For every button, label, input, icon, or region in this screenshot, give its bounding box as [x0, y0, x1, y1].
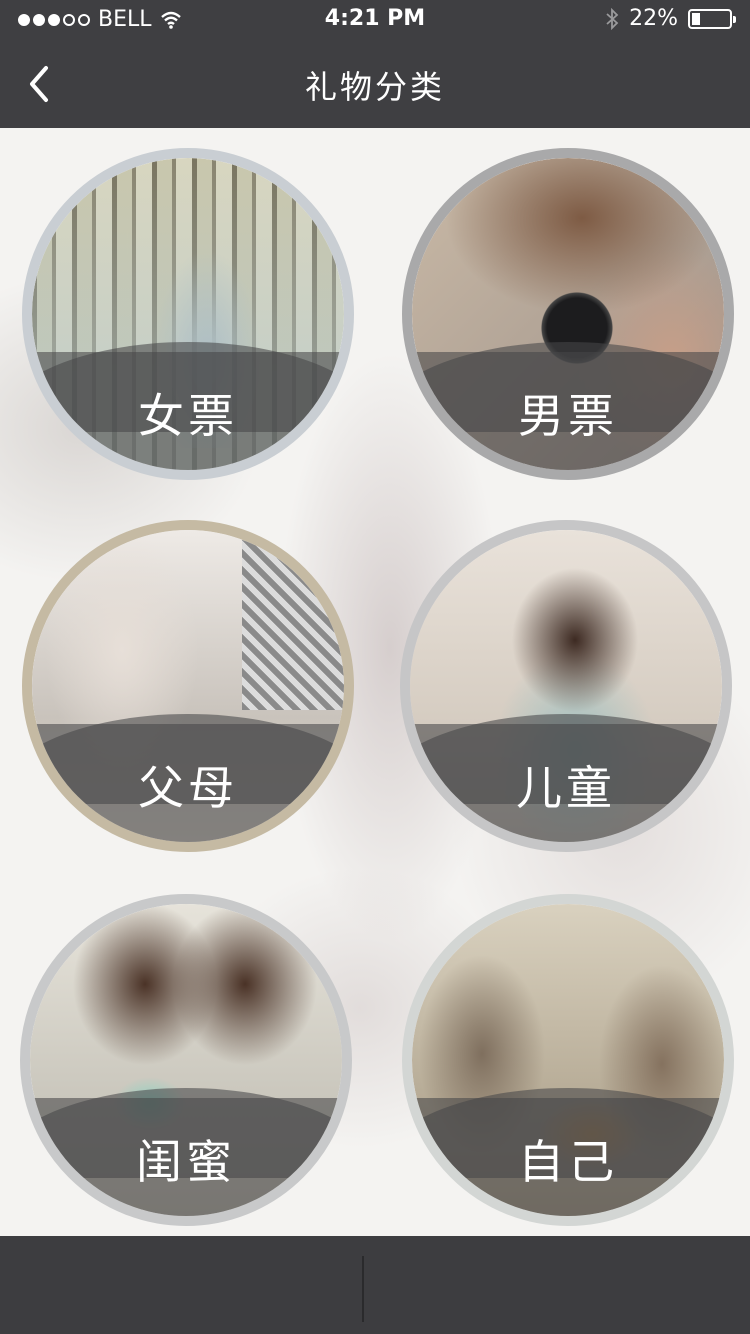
category-label: 闺蜜	[136, 1135, 236, 1189]
category-grid: 女票 男票 父母 儿童 闺蜜 自己	[0, 128, 750, 1236]
category-label: 男票	[518, 389, 618, 443]
battery-fill	[692, 12, 700, 25]
bluetooth-icon	[606, 7, 619, 30]
navigation-bar: 礼物分类	[0, 40, 750, 128]
tab-left[interactable]	[0, 1236, 362, 1334]
battery-percent: 22%	[629, 6, 678, 31]
category-label: 父母	[138, 761, 238, 815]
category-children[interactable]: 儿童	[400, 520, 732, 852]
battery-icon	[688, 8, 736, 29]
category-girlfriend[interactable]: 女票	[22, 148, 354, 480]
status-bar: BELL 4:21 PM 22%	[0, 0, 750, 40]
tab-right[interactable]	[364, 1236, 750, 1334]
category-boyfriend[interactable]: 男票	[402, 148, 734, 480]
bottom-tab-bar	[0, 1236, 750, 1334]
status-right: 22%	[605, 6, 736, 31]
category-bestie[interactable]: 闺蜜	[20, 894, 352, 1226]
category-label: 自己	[518, 1135, 618, 1189]
category-self[interactable]: 自己	[402, 894, 734, 1226]
category-parents[interactable]: 父母	[22, 520, 354, 852]
page-title: 礼物分类	[304, 68, 445, 106]
category-label: 女票	[138, 389, 238, 443]
category-label: 儿童	[516, 761, 616, 815]
